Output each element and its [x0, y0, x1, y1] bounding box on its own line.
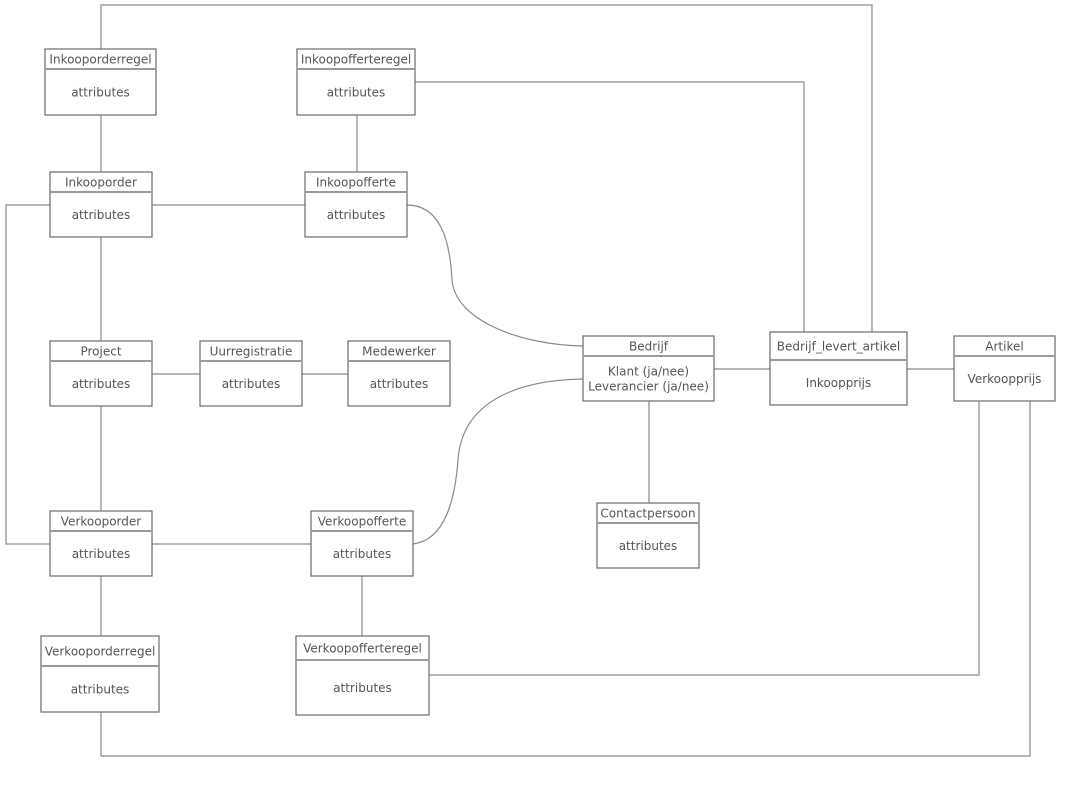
entity-attribute: attributes	[619, 539, 678, 553]
relationship-line-verkoopofferteregel-artikel	[429, 401, 980, 676]
entity-title: Project	[80, 345, 121, 359]
entity-title: Contactpersoon	[600, 507, 695, 521]
entity-verkoopofferte[interactable]: Verkoopofferte attributes	[310, 510, 414, 577]
entity-title: Medewerker	[362, 345, 436, 359]
entity-title: Inkoopofferte	[316, 176, 396, 190]
entity-attribute: attributes	[72, 208, 131, 222]
entity-contactpersoon[interactable]: Contactpersoon attributes	[596, 502, 700, 569]
entity-title: Inkooporderregel	[49, 53, 151, 67]
entity-title: Inkooporder	[65, 176, 137, 190]
entity-title: Verkooporder	[61, 515, 141, 529]
entity-uurregistratie[interactable]: Uurregistratie attributes	[199, 340, 303, 407]
entity-attribute: attributes	[333, 547, 392, 561]
entity-title: Artikel	[985, 340, 1023, 354]
entity-attribute: Leverancier (ja/nee)	[588, 380, 709, 394]
entity-title: Bedrijf_levert_artikel	[777, 340, 900, 354]
entity-attribute: attributes	[72, 547, 131, 561]
relationship-line-verkooporderregel-artikel	[100, 401, 1031, 757]
entity-title: Uurregistratie	[210, 345, 293, 359]
entity-attribute: attributes	[327, 208, 386, 222]
entity-attribute: attributes	[222, 377, 281, 391]
entity-title: Verkoopofferteregel	[303, 642, 422, 656]
entity-attribute: attributes	[71, 86, 130, 100]
entity-bedrijf[interactable]: Bedrijf Klant (ja/nee)Leverancier (ja/nee…	[582, 335, 715, 402]
entity-attribute: attributes	[333, 681, 392, 695]
entity-attribute: Inkoopprijs	[806, 376, 871, 390]
entity-verkooporderregel[interactable]: Verkooporderregel attributes	[40, 635, 160, 713]
entity-inkoopofferteregel[interactable]: Inkoopofferteregel attributes	[296, 48, 416, 116]
entity-title: Inkoopofferteregel	[301, 53, 411, 67]
entity-verkooporder[interactable]: Verkooporder attributes	[49, 510, 153, 577]
entity-inkooporder[interactable]: Inkooporder attributes	[49, 171, 153, 238]
entity-inkoopofferte[interactable]: Inkoopofferte attributes	[304, 171, 408, 238]
entity-attribute: Verkoopprijs	[968, 372, 1042, 386]
relationship-line-inkooporder-verkooporder	[5, 204, 50, 545]
entity-inkooporderregel[interactable]: Inkooporderregel attributes	[44, 48, 157, 116]
entity-title: Verkoopofferte	[318, 515, 406, 529]
relationship-line-inkooporderregel-bedrijf_levert_artikel	[100, 4, 873, 332]
entity-artikel[interactable]: Artikel Verkoopprijs	[953, 335, 1056, 402]
relationship-line-inkoopofferteregel-bedrijf_levert_artikel	[415, 81, 805, 332]
entity-attribute: attributes	[370, 377, 429, 391]
er-diagram: InkooporderregelattributesInkoopofferter…	[5, 4, 1056, 757]
entity-title: Bedrijf	[629, 340, 669, 354]
entity-bedrijf-levert-artikel[interactable]: Bedrijf_levert_artikel Inkoopprijs	[769, 331, 908, 406]
entity-attribute: attributes	[72, 377, 131, 391]
entity-attribute: Klant (ja/nee)	[608, 365, 689, 379]
entity-medewerker[interactable]: Medewerker attributes	[347, 340, 451, 407]
entity-attribute: attributes	[71, 683, 130, 697]
entity-verkoopofferteregel[interactable]: Verkoopofferteregel attributes	[295, 635, 430, 716]
entity-attribute: attributes	[327, 86, 386, 100]
entity-project[interactable]: Project attributes	[49, 340, 153, 407]
relationship-line-inkoopofferte-bedrijf	[406, 204, 584, 347]
entity-title: Verkooporderregel	[45, 645, 156, 659]
